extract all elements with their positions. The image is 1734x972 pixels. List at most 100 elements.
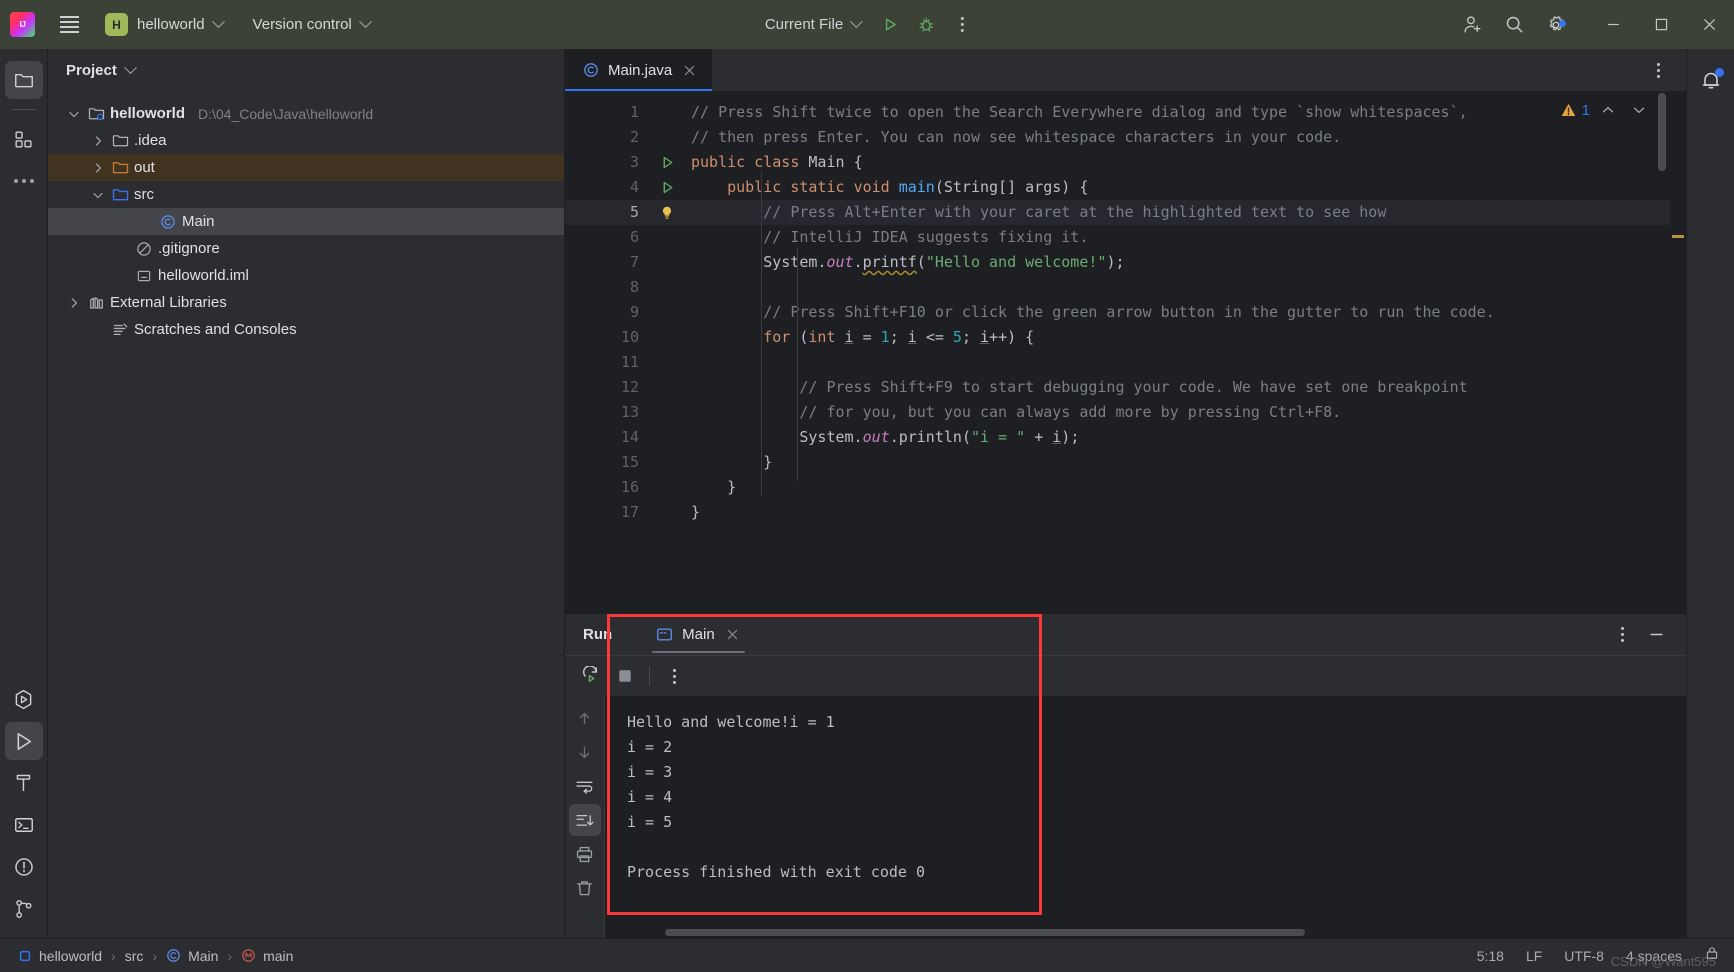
tree-node-main[interactable]: Main bbox=[48, 208, 564, 235]
minimize-window-button[interactable] bbox=[1590, 0, 1636, 49]
breadcrumb-label: Main bbox=[188, 947, 219, 964]
title-bar-right bbox=[1456, 0, 1734, 49]
tree-node-helloworld-iml[interactable]: helloworld.iml bbox=[48, 262, 564, 289]
line-separator-label[interactable]: LF bbox=[1526, 948, 1542, 964]
debug-button[interactable] bbox=[910, 9, 942, 41]
hamburger-menu-icon[interactable] bbox=[52, 10, 86, 40]
close-window-button[interactable] bbox=[1686, 0, 1732, 49]
code-line[interactable] bbox=[687, 350, 1670, 375]
run-panel-options-button[interactable] bbox=[1606, 619, 1638, 651]
account-button[interactable] bbox=[1456, 9, 1488, 41]
tree-node-out[interactable]: out bbox=[48, 154, 564, 181]
tree-node-src[interactable]: src bbox=[48, 181, 564, 208]
sidebar-item-build[interactable] bbox=[5, 764, 43, 802]
lock-icon[interactable] bbox=[1704, 945, 1720, 966]
run-tab-close-button[interactable] bbox=[724, 626, 741, 643]
code-line[interactable]: // Press Shift+F10 or click the green ar… bbox=[687, 300, 1670, 325]
code-line[interactable]: // IntelliJ IDEA suggests fixing it. bbox=[687, 225, 1670, 250]
chevron-down-icon[interactable] bbox=[123, 60, 137, 74]
code-line[interactable]: // for you, but you can always add more … bbox=[687, 400, 1670, 425]
notifications-button[interactable] bbox=[1692, 61, 1730, 99]
code-line[interactable] bbox=[687, 275, 1670, 300]
run-configuration-selector[interactable]: Current File bbox=[756, 11, 870, 38]
stop-button[interactable] bbox=[609, 660, 641, 692]
next-problem-button[interactable] bbox=[1626, 97, 1652, 123]
chevron-down-icon[interactable] bbox=[90, 188, 106, 202]
code-line[interactable]: for (int i = 1; i <= 5; i++) { bbox=[687, 325, 1670, 350]
run-more-options-button[interactable] bbox=[946, 9, 978, 41]
run-toolbar-more-button[interactable] bbox=[658, 660, 690, 692]
sidebar-item-version-control[interactable] bbox=[5, 890, 43, 928]
sidebar-more-tools-button[interactable] bbox=[5, 162, 43, 200]
caret-position-label[interactable]: 5:18 bbox=[1477, 948, 1504, 964]
console-output[interactable]: Hello and welcome!i = 1 i = 2 i = 3 i = 4 i … bbox=[605, 696, 1686, 938]
chevron-right-icon[interactable] bbox=[90, 134, 106, 148]
chevron-down-icon bbox=[93, 192, 103, 198]
warning-marker[interactable] bbox=[1672, 235, 1684, 238]
down-the-stack-trace-button[interactable] bbox=[569, 736, 601, 768]
settings-button[interactable] bbox=[1540, 9, 1572, 41]
run-icon bbox=[885, 18, 896, 31]
breadcrumb-item-src[interactable]: src bbox=[125, 948, 144, 964]
code-line[interactable]: // then press Enter. You can now see whi… bbox=[687, 125, 1670, 150]
previous-problem-button[interactable] bbox=[1595, 97, 1621, 123]
tree-node-external-libraries[interactable]: External Libraries bbox=[48, 289, 564, 316]
chevron-down-icon[interactable] bbox=[66, 107, 82, 121]
project-selector[interactable]: H helloworld bbox=[100, 9, 231, 40]
code-line[interactable]: System.out.printf("Hello and welcome!"); bbox=[687, 250, 1670, 275]
breadcrumb-item-main[interactable]: main bbox=[241, 948, 293, 964]
editor-options-button[interactable] bbox=[1642, 54, 1674, 86]
sidebar-item-problems[interactable] bbox=[5, 848, 43, 886]
tree-node-helloworld[interactable]: helloworld D:\04_Code\Java\helloworld bbox=[48, 100, 564, 127]
sidebar-item-run[interactable] bbox=[4, 722, 43, 760]
chevron-right-icon[interactable] bbox=[90, 161, 106, 175]
version-control-selector[interactable]: Version control bbox=[245, 12, 378, 37]
error-marker-rail[interactable] bbox=[1670, 91, 1686, 613]
tree-node--idea[interactable]: .idea bbox=[48, 127, 564, 154]
scratches-icon bbox=[113, 323, 127, 336]
code-text[interactable]: // Press Shift twice to open the Search … bbox=[687, 91, 1670, 613]
project-panel-title[interactable]: Project bbox=[66, 62, 117, 79]
chevron-right-icon[interactable] bbox=[66, 296, 82, 310]
scroll-to-end-toggle-button[interactable] bbox=[568, 804, 601, 836]
breadcrumb-item-helloworld[interactable]: helloworld bbox=[18, 948, 102, 964]
tree-node--gitignore[interactable]: .gitignore bbox=[48, 235, 564, 262]
code-line[interactable]: System.out.println("i = " + i); bbox=[687, 425, 1670, 450]
sidebar-item-services[interactable] bbox=[5, 680, 43, 718]
code-line[interactable]: // Press Shift+F9 to start debugging you… bbox=[687, 375, 1670, 400]
breadcrumb-item-main[interactable]: Main bbox=[166, 948, 218, 964]
sidebar-item-terminal[interactable] bbox=[5, 806, 43, 844]
print-button[interactable] bbox=[569, 838, 601, 870]
editor-tab-close-button[interactable] bbox=[681, 62, 698, 79]
clear-all-button[interactable] bbox=[569, 872, 601, 904]
intention-bulb-icon[interactable] bbox=[647, 200, 687, 225]
run-tab-main[interactable]: Main bbox=[646, 614, 751, 655]
rerun-button[interactable] bbox=[575, 660, 607, 692]
sidebar-item-project[interactable] bbox=[4, 61, 43, 99]
tree-node-label: Main bbox=[182, 213, 215, 230]
run-gutter-icon[interactable] bbox=[647, 150, 687, 175]
code-line[interactable]: } bbox=[687, 450, 1670, 475]
editor-tab-main-java[interactable]: Main.java bbox=[565, 49, 713, 91]
hide-run-panel-button[interactable] bbox=[1640, 619, 1672, 651]
tree-node-scratches-and-consoles[interactable]: Scratches and Consoles bbox=[48, 316, 564, 343]
encoding-label[interactable]: UTF-8 bbox=[1564, 948, 1604, 964]
console-horizontal-scrollbar[interactable] bbox=[665, 929, 1305, 936]
code-line[interactable]: } bbox=[687, 475, 1670, 500]
tree-node-label: src bbox=[134, 186, 154, 203]
run-button[interactable] bbox=[874, 9, 906, 41]
indent-label[interactable]: 4 spaces bbox=[1626, 948, 1682, 964]
soft-wrap-toggle-button[interactable] bbox=[569, 770, 601, 802]
code-line[interactable]: // Press Shift twice to open the Search … bbox=[687, 100, 1670, 125]
run-tool-window: Run Main Hello and welcome!i = 1 i = 2 i… bbox=[565, 613, 1686, 938]
code-line[interactable]: public static void main(String[] args) { bbox=[687, 175, 1670, 200]
maximize-window-button[interactable] bbox=[1638, 0, 1684, 49]
editor-scrollbar-thumb[interactable] bbox=[1658, 93, 1666, 171]
sidebar-item-structure[interactable] bbox=[5, 120, 43, 158]
run-gutter-icon[interactable] bbox=[647, 175, 687, 200]
up-the-stack-trace-button[interactable] bbox=[569, 702, 601, 734]
search-everywhere-button[interactable] bbox=[1498, 9, 1530, 41]
code-line[interactable]: } bbox=[687, 500, 1670, 525]
code-line[interactable]: // Press Alt+Enter with your caret at th… bbox=[687, 200, 1670, 225]
code-line[interactable]: public class Main { bbox=[687, 150, 1670, 175]
